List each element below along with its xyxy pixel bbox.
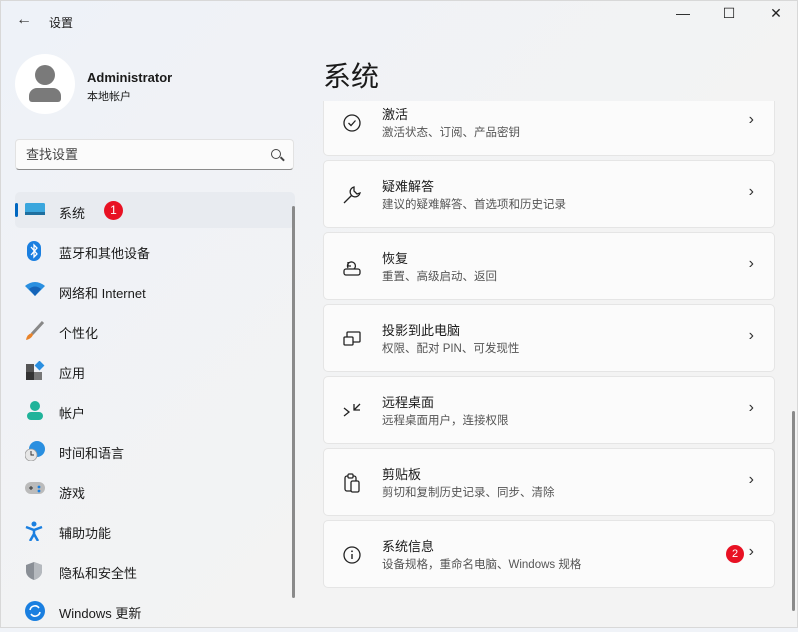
card-clipboard[interactable]: 剪贴板 剪切和复制历史记录、同步、清除 › xyxy=(323,448,775,516)
chevron-right-icon: › xyxy=(748,543,754,560)
accessibility-icon xyxy=(25,521,43,542)
info-icon xyxy=(342,545,362,565)
search-box[interactable] xyxy=(15,139,294,170)
sidebar-item-gaming[interactable]: 游戏 xyxy=(15,472,295,508)
sidebar-item-time-language[interactable]: 时间和语言 xyxy=(15,432,295,468)
card-subtitle: 重置、高级启动、返回 xyxy=(382,271,497,283)
monitor-icon xyxy=(25,201,45,219)
wifi-icon xyxy=(25,281,45,299)
person-icon xyxy=(25,401,43,420)
notification-badge: 2 xyxy=(726,545,744,563)
project-icon xyxy=(342,329,362,349)
clipboard-icon xyxy=(342,473,362,493)
sidebar-item-windows-update[interactable]: Windows 更新 xyxy=(15,592,295,628)
user-name: Administrator xyxy=(87,70,173,85)
chevron-right-icon: › xyxy=(748,399,754,416)
page-title: 系统 xyxy=(323,61,380,92)
chevron-right-icon: › xyxy=(748,327,754,344)
recovery-icon xyxy=(342,257,362,277)
sidebar-item-label: 辅助功能 xyxy=(59,526,112,541)
apps-icon xyxy=(25,360,45,380)
app-title: 设置 xyxy=(49,16,74,30)
globe-clock-icon xyxy=(24,441,45,462)
bluetooth-icon xyxy=(25,241,43,261)
card-remote-desktop[interactable]: 远程桌面 远程桌面用户，连接权限 › xyxy=(323,376,775,444)
card-troubleshoot[interactable]: 疑难解答 建议的疑难解答、首选项和历史记录 › xyxy=(323,160,775,228)
sidebar-item-label: 个性化 xyxy=(59,326,99,341)
title-bar: ← 设置 — ☐ ✕ xyxy=(1,1,797,41)
card-title: 投影到此电脑 xyxy=(382,323,461,338)
sidebar-item-system[interactable]: 系统 1 xyxy=(15,192,295,228)
card-title: 剪贴板 xyxy=(382,467,422,482)
sidebar-item-label: 帐户 xyxy=(59,406,86,421)
sidebar-item-bluetooth[interactable]: 蓝牙和其他设备 xyxy=(15,232,295,268)
account-type: 本地帐户 xyxy=(87,91,131,103)
card-subtitle: 激活状态、订阅、产品密钥 xyxy=(382,127,520,139)
chevron-right-icon: › xyxy=(748,471,754,488)
notification-badge: 1 xyxy=(104,201,123,220)
search-input[interactable] xyxy=(26,147,266,162)
sidebar-nav: 系统 1 蓝牙和其他设备 网络和 Internet 个性化 应用 帐户 时间和语… xyxy=(15,192,295,632)
sidebar-scrollbar[interactable] xyxy=(292,206,295,598)
sidebar-item-apps[interactable]: 应用 xyxy=(15,352,295,388)
card-subtitle: 权限、配对 PIN、可发现性 xyxy=(382,343,520,355)
content-scrollbar[interactable] xyxy=(792,411,795,611)
avatar xyxy=(15,54,75,114)
close-button[interactable]: ✕ xyxy=(753,1,798,27)
card-activation[interactable]: 激活 激活状态、订阅、产品密钥 › xyxy=(323,101,775,156)
sidebar-item-network[interactable]: 网络和 Internet xyxy=(15,272,295,308)
settings-list: 激活 激活状态、订阅、产品密钥 › 疑难解答 建议的疑难解答、首选项和历史记录 … xyxy=(323,101,775,629)
chevron-right-icon: › xyxy=(748,255,754,272)
sidebar-item-accessibility[interactable]: 辅助功能 xyxy=(15,512,295,548)
minimize-button[interactable]: — xyxy=(660,1,706,27)
card-title: 激活 xyxy=(382,107,409,122)
card-about[interactable]: 系统信息 设备规格，重命名电脑、Windows 规格 2 › xyxy=(323,520,775,588)
card-title: 系统信息 xyxy=(382,539,435,554)
chevron-right-icon: › xyxy=(748,111,754,128)
sidebar-item-label: 隐私和安全性 xyxy=(59,566,138,581)
card-title: 疑难解答 xyxy=(382,179,435,194)
shield-icon xyxy=(25,561,43,580)
sidebar-item-personalization[interactable]: 个性化 xyxy=(15,312,295,348)
maximize-button[interactable]: ☐ xyxy=(706,1,752,27)
sidebar-item-label: 游戏 xyxy=(59,486,86,501)
sidebar-item-label: Windows 更新 xyxy=(59,606,142,621)
brush-icon xyxy=(25,320,45,340)
gamepad-icon xyxy=(25,481,45,499)
search-icon[interactable] xyxy=(271,149,281,159)
remote-desktop-icon xyxy=(342,401,362,421)
sidebar-item-label: 应用 xyxy=(59,366,86,381)
check-circle-icon xyxy=(342,113,362,133)
card-subtitle: 剪切和复制历史记录、同步、清除 xyxy=(382,487,555,499)
card-subtitle: 远程桌面用户，连接权限 xyxy=(382,415,509,427)
sidebar-item-label: 系统 xyxy=(59,206,86,221)
card-subtitle: 设备规格，重命名电脑、Windows 规格 xyxy=(382,559,582,571)
card-title: 恢复 xyxy=(382,251,409,266)
card-project-to-pc[interactable]: 投影到此电脑 权限、配对 PIN、可发现性 › xyxy=(323,304,775,372)
card-subtitle: 建议的疑难解答、首选项和历史记录 xyxy=(382,199,566,211)
card-title: 远程桌面 xyxy=(382,395,435,410)
sidebar-item-label: 网络和 Internet xyxy=(59,286,146,301)
settings-window: ← 设置 — ☐ ✕ Administrator 本地帐户 系统 1 蓝牙和其他… xyxy=(0,0,798,628)
update-icon xyxy=(25,601,45,621)
wrench-icon xyxy=(342,185,362,205)
sidebar-item-label: 时间和语言 xyxy=(59,446,125,461)
chevron-right-icon: › xyxy=(748,183,754,200)
card-recovery[interactable]: 恢复 重置、高级启动、返回 › xyxy=(323,232,775,300)
back-button[interactable]: ← xyxy=(13,9,35,31)
sidebar-item-privacy[interactable]: 隐私和安全性 xyxy=(15,552,295,588)
sidebar-item-accounts[interactable]: 帐户 xyxy=(15,392,295,428)
sidebar-item-label: 蓝牙和其他设备 xyxy=(59,246,151,261)
